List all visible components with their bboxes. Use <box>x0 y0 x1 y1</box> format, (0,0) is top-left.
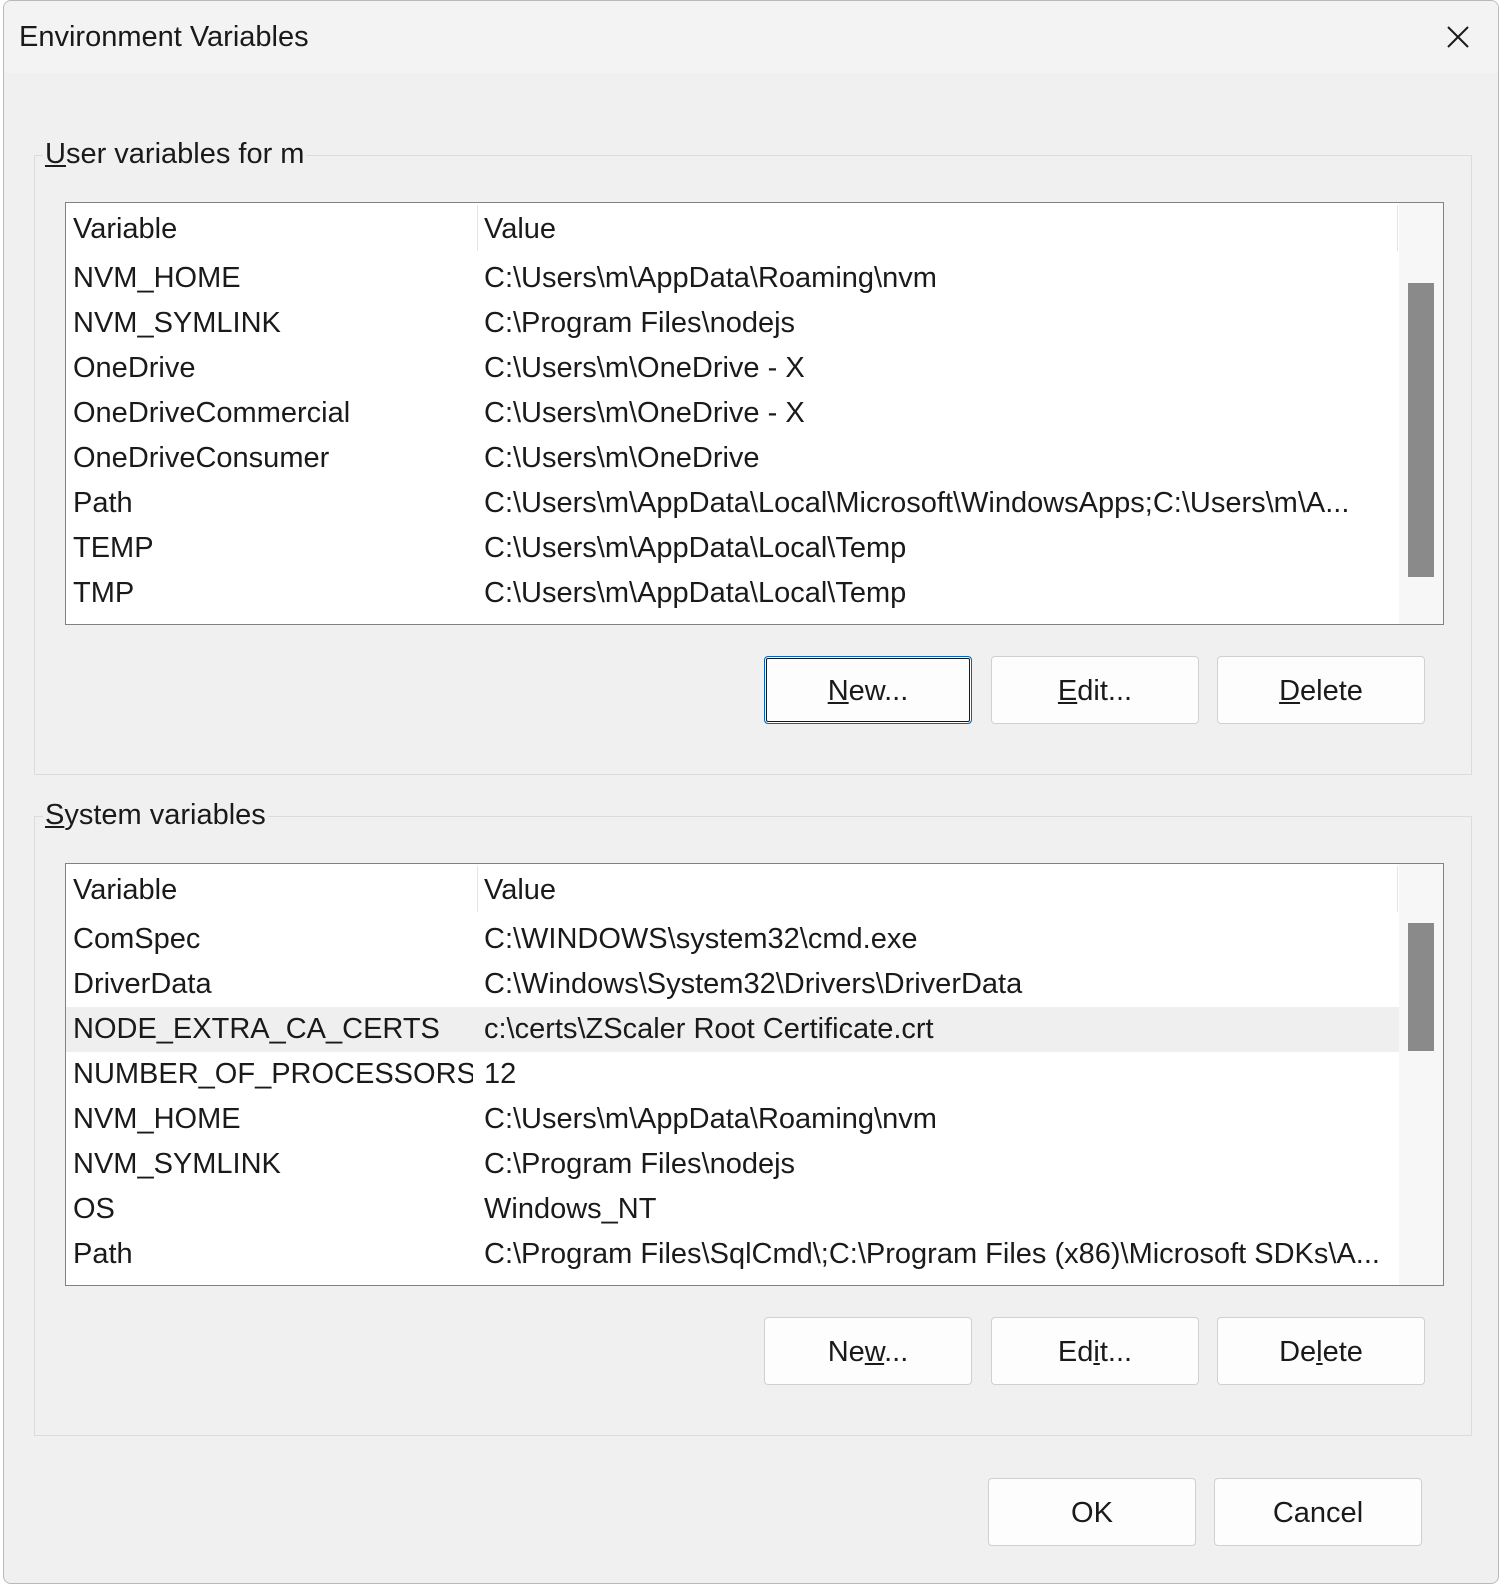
table-row[interactable]: DriverData C:\Windows\System32\Drivers\Dr… <box>66 962 1399 1007</box>
user-variables-scrollbar[interactable] <box>1399 203 1443 624</box>
variable-name: OneDrive <box>73 352 196 384</box>
variable-name: OneDriveCommercial <box>73 397 351 429</box>
system-variables-list[interactable]: Variable Value ComSpec C:\WINDOWS\system3… <box>65 863 1444 1286</box>
user-variables-rows: NVM_HOME C:\Users\m\AppData\Roaming\nvm N… <box>66 256 1399 616</box>
variable-name: NVM_SYMLINK <box>73 1148 281 1180</box>
table-row[interactable]: OneDriveConsumer C:\Users\m\OneDrive <box>66 436 1399 481</box>
variable-value: C:\Program Files\nodejs <box>484 307 796 339</box>
table-row[interactable]: NVM_SYMLINK C:\Program Files\nodejs <box>66 1142 1399 1187</box>
variable-value: C:\Users\m\AppData\Local\Temp <box>484 532 907 564</box>
column-header-variable[interactable]: Variable <box>73 872 177 908</box>
system-delete-button[interactable]: Delete <box>1217 1317 1425 1385</box>
close-button[interactable] <box>1436 17 1480 57</box>
scrollbar-thumb[interactable] <box>1408 923 1434 1051</box>
variable-name: DriverData <box>73 968 212 1000</box>
table-row[interactable]: ComSpec C:\WINDOWS\system32\cmd.exe <box>66 917 1399 962</box>
variable-name: NVM_SYMLINK <box>73 307 281 339</box>
user-edit-button[interactable]: Edit... <box>991 656 1199 724</box>
user-variables-label: User variables for m <box>43 134 307 174</box>
variable-value: C:\Users\m\AppData\Local\Temp <box>484 577 907 609</box>
variable-value: Windows_NT <box>484 1193 657 1225</box>
system-variables-group: System variables Variable Value ComSpec C… <box>34 795 1472 1436</box>
scrollbar-thumb[interactable] <box>1408 283 1434 577</box>
variable-value: C:\Users\m\AppData\Local\Microsoft\Windo… <box>484 487 1350 519</box>
variable-value: C:\Users\m\AppData\Roaming\nvm <box>484 262 937 294</box>
table-row[interactable]: OS Windows_NT <box>66 1187 1399 1232</box>
variable-value: C:\Users\m\OneDrive - X <box>484 397 805 429</box>
variable-name: TEMP <box>73 532 154 564</box>
user-new-button[interactable]: New... <box>764 656 972 724</box>
variable-value: C:\Program Files\nodejs <box>484 1148 796 1180</box>
table-row[interactable]: NUMBER_OF_PROCESSORS 12 <box>66 1052 1399 1097</box>
system-variables-rows: ComSpec C:\WINDOWS\system32\cmd.exe Drive… <box>66 917 1399 1277</box>
ok-button[interactable]: OK <box>988 1478 1196 1546</box>
environment-variables-dialog: Environment Variables User variables for… <box>3 0 1499 1584</box>
variable-name: ComSpec <box>73 923 201 955</box>
title-bar: Environment Variables <box>4 1 1498 73</box>
variable-name: OneDriveConsumer <box>73 442 330 474</box>
system-variables-label: System variables <box>43 795 268 835</box>
variable-value: C:\Windows\System32\Drivers\DriverData <box>484 968 1023 1000</box>
table-row[interactable]: NVM_SYMLINK C:\Program Files\nodejs <box>66 301 1399 346</box>
table-row-selected[interactable]: NODE_EXTRA_CA_CERTS c:\certs\ZScaler Root… <box>66 1007 1399 1052</box>
variable-value: c:\certs\ZScaler Root Certificate.crt <box>484 1013 934 1045</box>
column-header-value[interactable]: Value <box>484 872 556 908</box>
close-icon <box>1447 26 1469 48</box>
variable-name: NUMBER_OF_PROCESSORS <box>73 1058 473 1090</box>
variable-value: C:\Users\m\OneDrive <box>484 442 760 474</box>
variable-name: Path <box>73 1238 133 1270</box>
list-header: Variable Value <box>66 203 1399 255</box>
column-header-value[interactable]: Value <box>484 211 556 247</box>
variable-value: C:\Users\m\AppData\Roaming\nvm <box>484 1103 937 1135</box>
system-variables-scrollbar[interactable] <box>1399 864 1443 1285</box>
table-row[interactable]: OneDrive C:\Users\m\OneDrive - X <box>66 346 1399 391</box>
variable-name: NODE_EXTRA_CA_CERTS <box>73 1013 440 1045</box>
user-variables-group: User variables for m Variable Value NVM_… <box>34 134 1472 775</box>
column-divider[interactable] <box>1397 866 1398 912</box>
table-row[interactable]: TMP C:\Users\m\AppData\Local\Temp <box>66 571 1399 616</box>
dialog-title: Environment Variables <box>19 21 309 53</box>
system-new-button[interactable]: New... <box>764 1317 972 1385</box>
column-divider[interactable] <box>1397 205 1398 251</box>
variable-name: OS <box>73 1193 115 1225</box>
variable-name: TMP <box>73 577 135 609</box>
variable-value: C:\Users\m\OneDrive - X <box>484 352 805 384</box>
user-variables-list[interactable]: Variable Value NVM_HOME C:\Users\m\AppDat… <box>65 202 1444 625</box>
variable-name: NVM_HOME <box>73 262 241 294</box>
list-header: Variable Value <box>66 864 1399 916</box>
column-divider[interactable] <box>477 205 478 251</box>
table-row[interactable]: Path C:\Program Files\SqlCmd\;C:\Program … <box>66 1232 1399 1277</box>
table-row[interactable]: OneDriveCommercial C:\Users\m\OneDrive - … <box>66 391 1399 436</box>
table-row[interactable]: Path C:\Users\m\AppData\Local\Microsoft\W… <box>66 481 1399 526</box>
user-delete-button[interactable]: Delete <box>1217 656 1425 724</box>
table-row[interactable]: NVM_HOME C:\Users\m\AppData\Roaming\nvm <box>66 1097 1399 1142</box>
variable-value: C:\Program Files\SqlCmd\;C:\Program File… <box>484 1238 1380 1270</box>
variable-value: C:\WINDOWS\system32\cmd.exe <box>484 923 918 955</box>
column-divider[interactable] <box>477 866 478 912</box>
column-header-variable[interactable]: Variable <box>73 211 177 247</box>
variable-name: NVM_HOME <box>73 1103 241 1135</box>
table-row[interactable]: TEMP C:\Users\m\AppData\Local\Temp <box>66 526 1399 571</box>
cancel-button[interactable]: Cancel <box>1214 1478 1422 1546</box>
system-edit-button[interactable]: Edit... <box>991 1317 1199 1385</box>
variable-name: Path <box>73 487 133 519</box>
variable-value: 12 <box>484 1058 517 1090</box>
table-row[interactable]: NVM_HOME C:\Users\m\AppData\Roaming\nvm <box>66 256 1399 301</box>
